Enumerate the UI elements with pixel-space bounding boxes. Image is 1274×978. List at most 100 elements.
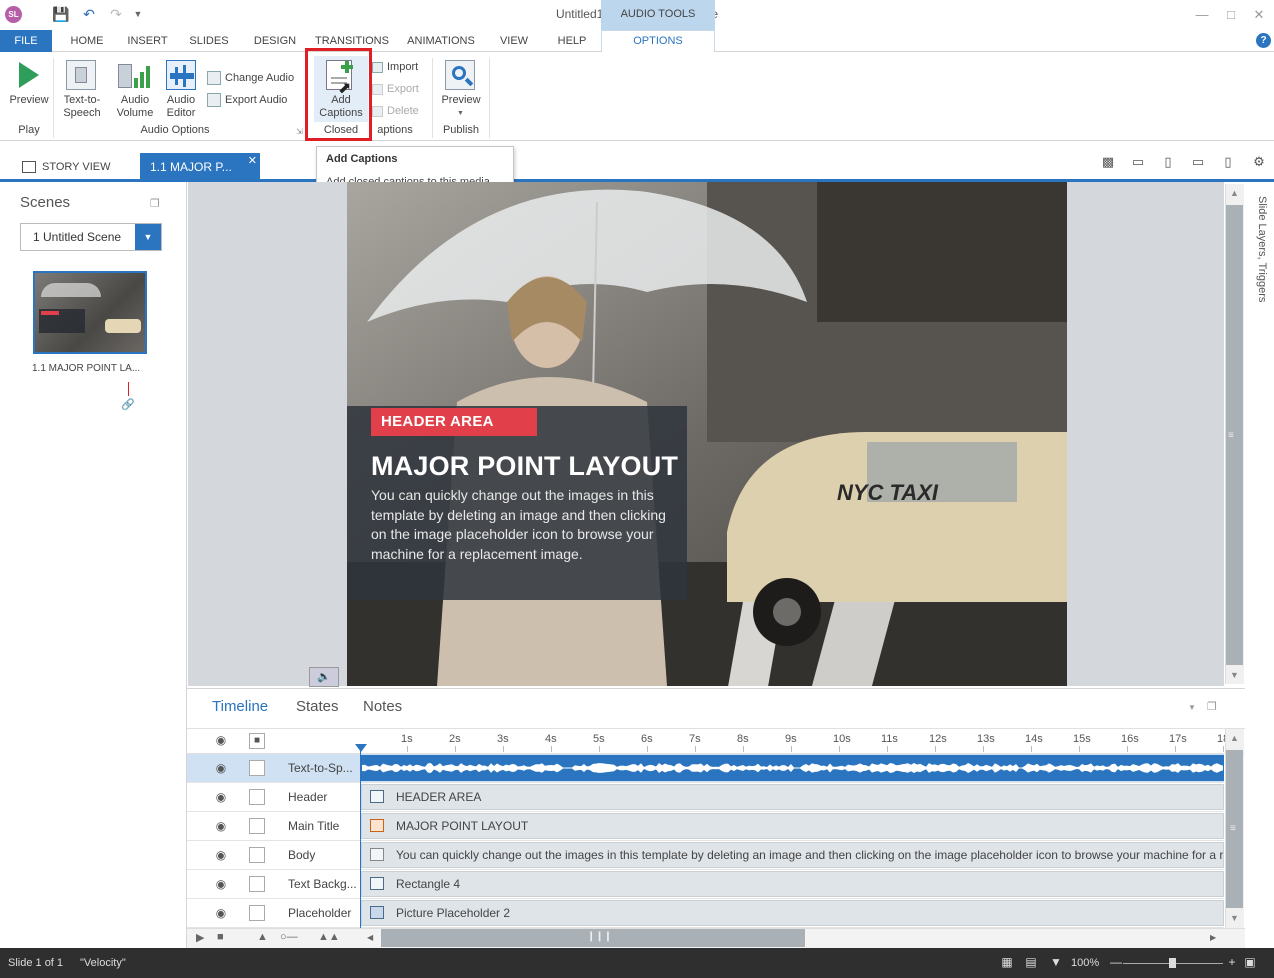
phone-landscape-icon[interactable]: ▭: [1189, 154, 1207, 170]
scroll-left-icon[interactable]: ◀: [367, 933, 373, 942]
lock-checkbox[interactable]: [249, 847, 265, 863]
timeline-row[interactable]: ◉ Placeholder Picture Placeholder 2: [187, 899, 1224, 928]
slide-sorter-icon[interactable]: ▤: [1024, 955, 1038, 969]
timeline-object-bar[interactable]: Rectangle 4: [361, 871, 1224, 897]
slide-thumbnail[interactable]: [33, 271, 147, 354]
chevron-down-icon[interactable]: ▼: [135, 224, 161, 250]
tab-home[interactable]: HOME: [60, 30, 114, 52]
desktop-view-icon[interactable]: ▩: [1099, 154, 1117, 170]
import-captions-button[interactable]: Import: [372, 57, 418, 77]
audio-options-launcher-icon[interactable]: ⇲: [296, 127, 303, 136]
timeline-object-bar[interactable]: MAJOR POINT LAYOUT: [361, 813, 1224, 839]
scroll-up-icon[interactable]: ▲: [1226, 188, 1243, 198]
link-icon[interactable]: 🔗: [121, 398, 135, 411]
export-captions-button[interactable]: Export: [372, 79, 419, 99]
scene-select[interactable]: 1 Untitled Scene ▼: [20, 223, 162, 251]
timeline-row[interactable]: ◉ Main Title MAJOR POINT LAYOUT: [187, 812, 1224, 841]
slide-layers-triggers-tab[interactable]: Slide Layers, Triggers: [1254, 196, 1268, 316]
lock-checkbox[interactable]: [249, 760, 265, 776]
tab-insert[interactable]: INSERT: [120, 30, 175, 52]
phone-portrait-icon[interactable]: ▯: [1219, 154, 1237, 170]
timeline-undock-icon[interactable]: ❐: [1207, 700, 1217, 713]
fit-slide-icon[interactable]: ▼: [1049, 955, 1063, 969]
eye-icon[interactable]: ◉: [213, 789, 229, 805]
zoom-out-icon[interactable]: —: [1109, 955, 1123, 969]
story-view-tab[interactable]: STORY VIEW: [22, 157, 110, 177]
zoom-slider-knob[interactable]: [1169, 958, 1176, 968]
tab-help[interactable]: HELP: [549, 30, 595, 52]
timeline-zoom-slider-icon[interactable]: ○—: [280, 931, 298, 943]
slide[interactable]: NYC TAXI HEADER AREA MAJOR POINT LAYOUT …: [347, 182, 1067, 686]
timeline-row-name: Text-to-Sp...: [288, 761, 353, 775]
minimize-icon[interactable]: —: [1193, 6, 1211, 24]
tab-notes[interactable]: Notes: [363, 698, 402, 715]
scroll-up-icon[interactable]: ▲: [1226, 733, 1243, 743]
zoom-in-timeline-icon[interactable]: ▲▲: [318, 931, 340, 943]
lock-checkbox[interactable]: [249, 818, 265, 834]
audio-waveform-bar[interactable]: [361, 755, 1224, 781]
timeline-row[interactable]: ◉ Header HEADER AREA: [187, 783, 1224, 812]
preview-button[interactable]: Preview: [8, 58, 50, 124]
tab-states[interactable]: States: [296, 698, 339, 715]
text-to-speech-button[interactable]: Text-to- Speech: [58, 58, 106, 124]
header-area[interactable]: HEADER AREA: [371, 408, 537, 436]
scroll-down-icon[interactable]: ▼: [1226, 913, 1243, 923]
timeline-row[interactable]: ◉ Text Backg... Rectangle 4: [187, 870, 1224, 899]
eye-icon[interactable]: ◉: [213, 847, 229, 863]
tab-options[interactable]: OPTIONS: [601, 30, 715, 52]
stop-timeline-icon[interactable]: ■: [217, 931, 224, 943]
eye-icon[interactable]: ◉: [213, 876, 229, 892]
tab-slides[interactable]: SLIDES: [182, 30, 236, 52]
maximize-icon[interactable]: □: [1222, 6, 1240, 24]
timeline-object-bar[interactable]: HEADER AREA: [361, 784, 1224, 810]
tab-timeline[interactable]: Timeline: [212, 698, 268, 715]
picture-icon: [370, 906, 384, 919]
playhead-handle[interactable]: [355, 744, 367, 752]
lock-checkbox[interactable]: [249, 905, 265, 921]
fit-to-window-icon[interactable]: ▣: [1243, 955, 1257, 969]
normal-view-icon[interactable]: ▦: [1000, 955, 1014, 969]
audio-editor-button[interactable]: Audio Editor: [160, 58, 202, 124]
show-all-eye-icon[interactable]: ◉: [213, 733, 229, 749]
timeline-object-bar[interactable]: You can quickly change out the images in…: [361, 842, 1224, 868]
help-icon[interactable]: ?: [1256, 33, 1271, 48]
publish-preview-button[interactable]: Preview ▼: [438, 58, 484, 124]
zoom-out-timeline-icon[interactable]: ▲: [257, 931, 268, 943]
tablet-portrait-icon[interactable]: ▯: [1159, 154, 1177, 170]
body-text[interactable]: You can quickly change out the images in…: [371, 486, 667, 564]
tab-animations[interactable]: ANIMATIONS: [400, 30, 482, 52]
export-audio-button[interactable]: Export Audio: [207, 90, 287, 110]
tablet-landscape-icon[interactable]: ▭: [1129, 154, 1147, 170]
eye-icon[interactable]: ◉: [213, 760, 229, 776]
scenes-undock-icon[interactable]: ❐: [150, 197, 160, 210]
slide-tab-close-icon[interactable]: ✕: [248, 147, 257, 175]
scroll-down-icon[interactable]: ▼: [1226, 670, 1243, 680]
timeline-tick-mark: [1223, 746, 1224, 752]
tab-view[interactable]: VIEW: [492, 30, 536, 52]
gear-icon[interactable]: ⚙: [1250, 154, 1268, 170]
eye-icon[interactable]: ◉: [213, 818, 229, 834]
tab-design[interactable]: DESIGN: [245, 30, 305, 52]
timeline-row[interactable]: ◉ Text-to-Sp...: [187, 754, 1224, 783]
speaker-icon[interactable]: 🔈: [309, 667, 339, 687]
change-audio-label: Change Audio: [225, 72, 295, 84]
timeline-row[interactable]: ◉ Body You can quickly change out the im…: [187, 841, 1224, 870]
lock-checkbox[interactable]: [249, 789, 265, 805]
delete-captions-button[interactable]: Delete: [372, 101, 419, 121]
audio-editor-icon: [166, 60, 196, 90]
timeline-object-bar[interactable]: Picture Placeholder 2: [361, 900, 1224, 926]
scrollbar-grip-icon: ❙❙❙: [587, 931, 613, 942]
close-icon[interactable]: ✕: [1250, 6, 1268, 24]
slide-tab[interactable]: 1.1 MAJOR P... ✕: [140, 153, 260, 182]
timeline-collapse-icon[interactable]: ▼: [1188, 703, 1196, 712]
audio-volume-button[interactable]: Audio Volume: [110, 58, 160, 124]
eye-icon[interactable]: ◉: [213, 905, 229, 921]
lock-checkbox[interactable]: [249, 876, 265, 892]
lock-all-icon[interactable]: ■: [249, 733, 265, 749]
zoom-in-icon[interactable]: +: [1225, 955, 1239, 969]
change-audio-button[interactable]: Change Audio: [207, 68, 294, 88]
main-title[interactable]: MAJOR POINT LAYOUT: [371, 451, 678, 482]
play-timeline-icon[interactable]: ▶: [196, 931, 204, 944]
tab-file[interactable]: FILE: [0, 30, 52, 52]
scroll-right-icon[interactable]: ▶: [1210, 933, 1216, 942]
